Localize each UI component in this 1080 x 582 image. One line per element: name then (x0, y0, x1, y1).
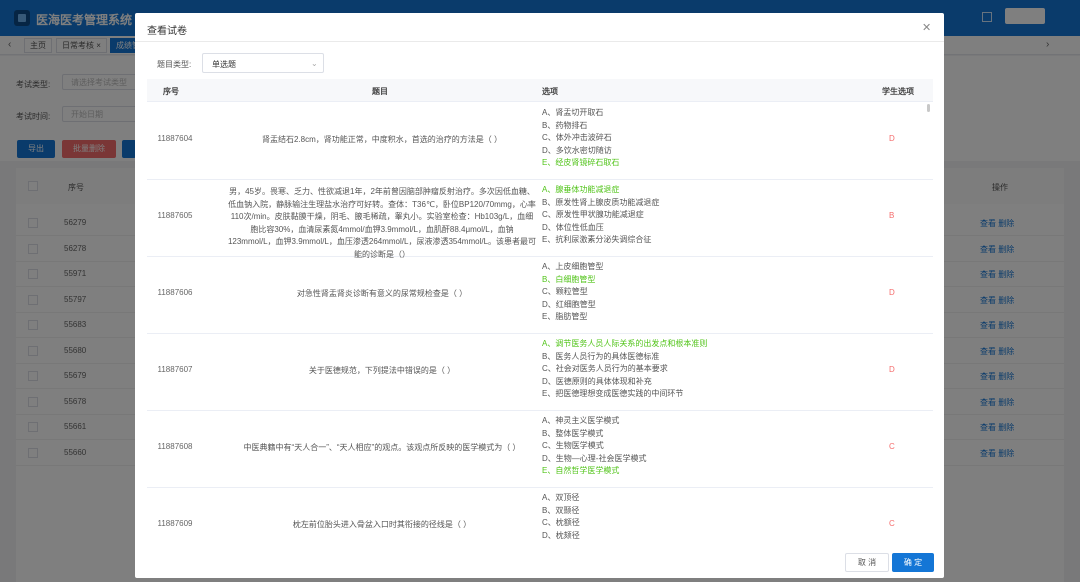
question-type-label: 题目类型: (157, 60, 192, 69)
question-text: 对急性肾盂肾炎诊断有意义的尿常规检查是（ ） (296, 289, 468, 299)
cancel-button[interactable]: 取 消 (845, 553, 889, 572)
option-item: B、白细胞管型 (542, 274, 596, 284)
option-item: D、生物—心理-社会医学模式 (542, 453, 647, 463)
option-item: B、双颞径 (542, 505, 580, 515)
question-text: 男，45岁。畏寒、乏力、性欲减退1年，2年前曾因脑部肿瘤反射治疗。多次因低血糖、… (227, 187, 537, 259)
question-row: 11887608 中医典籍中有“天人合一”、“天人相应”的观点。该观点所反映的医学… (147, 410, 933, 488)
view-paper-dialog: 查看试卷 ✕ 题目类型: 单选题 ⌄ 序号 题目 选项 学生选项 1188760… (135, 13, 944, 578)
option-item: B、整体医学模式 (542, 428, 604, 438)
question-row: 11887604 肾盂结石2.8cm，肾功能正常，中度积水，首选的治疗的方法是（ … (147, 102, 933, 180)
question-row: 11887606 对急性肾盂肾炎诊断有意义的尿常规检查是（ ） A、上皮细胞管型 B、… (147, 256, 933, 334)
option-item: E、把医德理想变成医德实践的中间环节 (542, 389, 684, 398)
student-answer: B (889, 211, 895, 220)
question-id: 11887609 (157, 519, 193, 528)
dialog-divider (135, 41, 944, 42)
question-type-value: 单选题 (212, 60, 236, 69)
col-answer-header: 学生选项 (882, 87, 914, 96)
option-item: E、脂肪管型 (542, 312, 588, 321)
student-answer: D (889, 365, 895, 374)
student-answer: C (889, 519, 895, 528)
options-list: A、神灵主义医学模式 B、整体医学模式 C、生物医学模式 D、生物—心理-社会医学模式… (542, 415, 862, 478)
question-row: 11887607 关于医德规范，下列提法中错误的是（ ） A、调节医务人员人际关系的… (147, 333, 933, 411)
option-item: A、双顶径 (542, 493, 580, 502)
option-item: B、原发性肾上腺皮质功能减退症 (542, 197, 660, 207)
options-list: A、腺垂体功能减退症 B、原发性肾上腺皮质功能减退症 C、原发性甲状腺功能减退症 D、… (542, 184, 862, 247)
student-answer: D (889, 288, 895, 297)
confirm-button[interactable]: 确 定 (892, 553, 934, 572)
student-answer: D (889, 134, 895, 143)
question-type-select[interactable]: 单选题 ⌄ (202, 53, 324, 73)
option-item: D、枕颏径 (542, 530, 580, 540)
option-item: A、腺垂体功能减退症 (542, 185, 620, 194)
option-item: A、肾盂切开取石 (542, 108, 604, 117)
question-id: 11887606 (157, 288, 193, 297)
option-item: C、生物医学模式 (542, 441, 604, 450)
option-item: C、体外冲击波碎石 (542, 133, 612, 142)
question-id: 11887605 (157, 211, 193, 220)
option-item: A、神灵主义医学模式 (542, 416, 620, 425)
option-item: E、经皮肾镜碎石取石 (542, 158, 620, 167)
question-text: 中医典籍中有“天人合一”、“天人相应”的观点。该观点所反映的医学模式为（ ） (243, 443, 521, 453)
option-item: D、多饮水密切随访 (542, 145, 612, 155)
option-item: D、体位性低血压 (542, 222, 604, 232)
col-options-header: 选项 (542, 87, 558, 96)
option-item: E、自然哲学医学模式 (542, 466, 620, 475)
option-item: D、红细胞管型 (542, 299, 596, 309)
option-item: C、颗粒管型 (542, 287, 588, 296)
option-item: B、医务人员行为的具体医德标准 (542, 351, 660, 361)
options-list: A、调节医务人员人际关系的出发点和根本准则 B、医务人员行为的具体医德标准 C、社会… (542, 338, 862, 401)
chevron-down-icon: ⌄ (311, 59, 318, 68)
option-item: C、原发性甲状腺功能减退症 (542, 210, 644, 219)
question-row: 11887605 男，45岁。畏寒、乏力、性欲减退1年，2年前曾因脑部肿瘤反射治疗… (147, 179, 933, 259)
option-item: E、抗利尿激素分泌失调综合征 (542, 235, 652, 244)
option-item: D、医德原则的具体体现和补充 (542, 376, 652, 386)
col-question-header: 题目 (372, 87, 388, 96)
options-list: A、双顶径 B、双颞径 C、枕额径 D、枕颏径 (542, 492, 862, 542)
dialog-title: 查看试卷 (147, 26, 187, 37)
question-id: 11887607 (157, 365, 193, 374)
question-table: 序号 题目 选项 学生选项 11887604 肾盂结石2.8cm，肾功能正常，中度… (147, 79, 933, 546)
options-list: A、上皮细胞管型 B、白细胞管型 C、颗粒管型 D、红细胞管型 E、脂肪管型 (542, 261, 862, 324)
close-icon[interactable]: ✕ (922, 21, 931, 34)
option-item: A、调节医务人员人际关系的出发点和根本准则 (542, 339, 708, 348)
option-item: C、枕额径 (542, 518, 580, 527)
option-item: B、药物排石 (542, 120, 588, 130)
option-item: C、社会对医务人员行为的基本要求 (542, 364, 668, 373)
option-item: A、上皮细胞管型 (542, 262, 604, 271)
options-list: A、肾盂切开取石 B、药物排石 C、体外冲击波碎石 D、多饮水密切随访 E、经皮肾镜碎石… (542, 107, 862, 170)
table-scrollbar[interactable] (927, 104, 930, 112)
student-answer: C (889, 442, 895, 451)
question-table-header: 序号 题目 选项 学生选项 (147, 79, 933, 102)
question-row: 11887609 枕左前位胎头进入骨盆入口时其衔接的径线是（ ） A、双顶径 B、双颞… (147, 487, 933, 546)
col-id-header: 序号 (163, 87, 179, 96)
question-text: 枕左前位胎头进入骨盆入口时其衔接的径线是（ ） (292, 520, 472, 530)
question-id: 11887608 (157, 442, 193, 451)
question-id: 11887604 (157, 134, 193, 143)
question-text: 肾盂结石2.8cm，肾功能正常，中度积水，首选的治疗的方法是（ ） (261, 135, 502, 145)
question-text: 关于医德规范，下列提法中错误的是（ ） (308, 366, 456, 376)
